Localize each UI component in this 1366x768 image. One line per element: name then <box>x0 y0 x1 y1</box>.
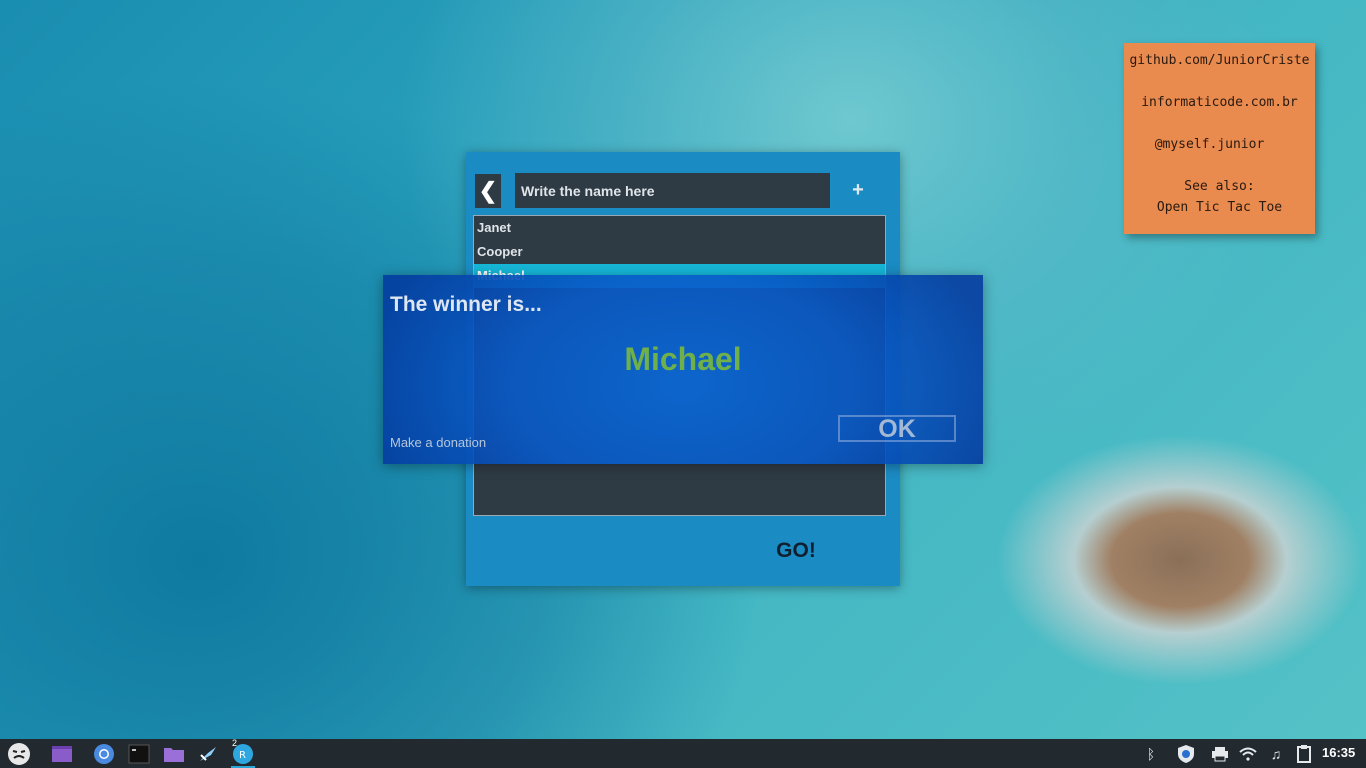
sticky-line-tictactoe: Open Tic Tac Toe <box>1156 200 1283 215</box>
sticky-line-handle: @myself.junior <box>1154 137 1265 152</box>
svg-text:R: R <box>239 750 246 761</box>
file-manager-icon[interactable] <box>162 742 186 766</box>
security-shield-icon[interactable] <box>1176 744 1196 764</box>
sticky-note: github.com/JuniorCriste informaticode.co… <box>1124 43 1315 234</box>
sticky-line-website: informaticode.com.br <box>1141 95 1298 110</box>
go-button[interactable]: GO! <box>766 536 826 566</box>
dialog-title: The winner is... <box>390 293 542 316</box>
workspace-badge: 2 <box>232 738 238 748</box>
terminal-icon[interactable] <box>127 742 151 766</box>
music-icon[interactable]: ♫ <box>1266 744 1286 764</box>
list-item[interactable]: Cooper <box>474 240 885 264</box>
ok-button[interactable]: OK <box>838 415 956 442</box>
add-name-button[interactable]: + <box>847 178 869 202</box>
donation-link[interactable]: Make a donation <box>390 435 486 450</box>
start-menu-icon[interactable] <box>7 742 31 766</box>
printer-icon[interactable] <box>1210 744 1230 764</box>
name-input[interactable] <box>515 173 830 208</box>
name-picker-app-icon[interactable]: R 2 <box>231 738 255 768</box>
back-button[interactable]: ❮ <box>475 174 501 208</box>
sticky-line-see-also: See also: <box>1184 179 1255 194</box>
clock[interactable]: 16:35 <box>1322 745 1355 760</box>
sticky-line-github: github.com/JuniorCriste <box>1129 53 1310 68</box>
clipboard-icon[interactable] <box>1294 744 1314 764</box>
winner-dialog: The winner is... Michael Make a donation… <box>383 275 983 464</box>
list-item[interactable]: Janet <box>474 216 885 240</box>
bluetooth-icon[interactable]: ᛒ <box>1141 744 1161 764</box>
winner-name: Michael <box>624 341 742 377</box>
app-launcher-icon[interactable] <box>196 742 220 766</box>
wifi-icon[interactable] <box>1238 744 1258 764</box>
show-desktop-icon[interactable] <box>50 742 74 766</box>
chevron-left-icon: ❮ <box>478 178 498 203</box>
taskbar: R 2 ᛒ ♫ 16:35 <box>0 738 1366 768</box>
chromium-icon[interactable] <box>92 742 116 766</box>
